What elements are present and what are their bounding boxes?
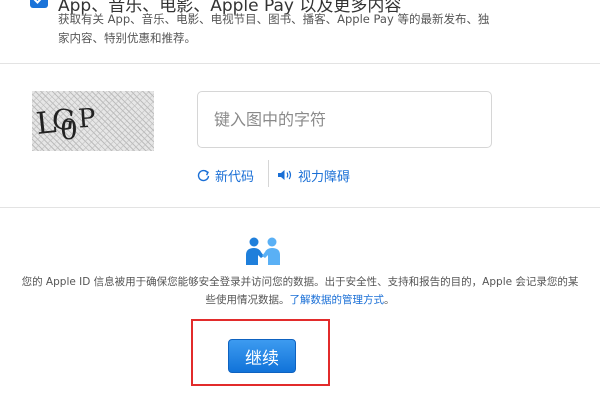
captcha-glyphs: L G 0 P	[34, 102, 97, 146]
data-management-link[interactable]: 了解数据的管理方式	[290, 294, 385, 306]
svg-text:0: 0	[60, 113, 78, 146]
divider	[0, 63, 600, 64]
divider	[0, 207, 600, 208]
privacy-notice: 您的 Apple ID 信息被用于确保您能够安全登录并访问您的数据。出于安全性、…	[20, 273, 580, 309]
privacy-handshake-icon	[244, 236, 282, 266]
captcha-image: L G 0 P	[32, 91, 154, 151]
continue-button[interactable]: 继续	[228, 339, 296, 373]
privacy-trailing: 。	[384, 294, 395, 306]
new-code-link[interactable]: 新代码	[197, 165, 254, 185]
check-icon	[33, 0, 42, 4]
link-separator	[268, 160, 269, 187]
svg-text:P: P	[77, 104, 97, 135]
new-code-label: 新代码	[215, 169, 255, 185]
subscription-checkbox[interactable]	[30, 0, 48, 8]
speaker-icon	[277, 169, 293, 181]
refresh-icon	[197, 169, 210, 182]
vision-impaired-link[interactable]: 视力障碍	[277, 165, 350, 185]
subscription-description: 获取有关 App、音乐、电影、电视节目、图书、播客、Apple Pay 等的最新…	[58, 12, 490, 45]
captcha-input[interactable]	[197, 91, 492, 148]
vision-impaired-label: 视力障碍	[298, 169, 351, 185]
subscription-option: App、音乐、电影、Apple Pay 以及更多内容 获取有关 App、音乐、电…	[0, 0, 600, 63]
